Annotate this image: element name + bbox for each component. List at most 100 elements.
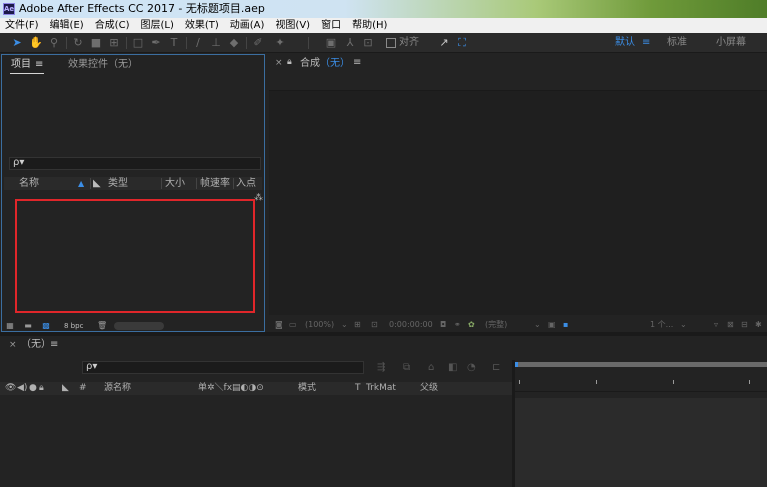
bit-depth-button[interactable]: 8 bpc	[64, 321, 83, 331]
time-ruler[interactable]	[515, 370, 767, 392]
menu-file[interactable]: 文件(F)	[5, 18, 39, 33]
graph-editor-icon[interactable]: ⊏	[492, 362, 500, 373]
pan-behind-tool-icon[interactable]: ⊞	[107, 36, 121, 50]
always-preview-icon[interactable]: ◙	[275, 318, 283, 332]
hand-tool-icon[interactable]: ✋	[29, 36, 43, 50]
menu-composition[interactable]: 合成(C)	[95, 18, 130, 33]
menu-help[interactable]: 帮助(H)	[352, 18, 387, 33]
fast-previews-icon[interactable]: ▿	[714, 318, 718, 332]
tab-project[interactable]: 项目	[11, 58, 31, 72]
audio-switch-icon[interactable]: ◀)	[17, 382, 27, 395]
sort-ascending-icon[interactable]: ▲	[78, 177, 84, 190]
menu-view[interactable]: 视图(V)	[275, 18, 310, 33]
work-area-bar[interactable]	[515, 362, 767, 367]
menu-edit[interactable]: 编辑(E)	[50, 18, 84, 33]
resolution-dropdown[interactable]: (完整)	[485, 318, 507, 332]
layer-track-area[interactable]	[515, 398, 767, 487]
clone-stamp-tool-icon[interactable]: ⊥	[209, 36, 223, 50]
label-tag-icon[interactable]: ◣	[93, 177, 101, 190]
close-icon[interactable]: ×	[275, 58, 283, 68]
composition-tab[interactable]: 合成（无）	[300, 57, 350, 71]
column-framerate[interactable]: 帧速率	[200, 177, 230, 190]
timeline-tab[interactable]: （无）	[21, 338, 51, 352]
eraser-tool-icon[interactable]: ◆	[227, 36, 241, 50]
solo-switch-icon[interactable]: ●	[29, 382, 37, 395]
lock-icon[interactable]: 🔒︎	[287, 57, 292, 67]
workspace-standard[interactable]: 标准	[667, 36, 687, 50]
project-search-input[interactable]: ρ▾	[9, 157, 261, 170]
chevron-down-icon[interactable]: ⌄	[341, 318, 348, 332]
menu-window[interactable]: 窗口	[321, 18, 341, 33]
composition-viewer[interactable]	[269, 90, 767, 315]
column-source-name[interactable]: 源名称	[104, 382, 131, 395]
align-checkbox[interactable]	[386, 38, 396, 48]
camera-tool-icon[interactable]: ■	[89, 36, 103, 50]
flowchart-icon[interactable]: ⁂	[254, 193, 263, 203]
tab-effect-controls[interactable]: 效果控件（无）	[68, 58, 138, 72]
column-type[interactable]: 类型	[108, 177, 128, 190]
brush-tool-icon[interactable]: ∕	[191, 36, 205, 50]
column-preserve-transparency[interactable]: T	[355, 382, 361, 395]
comp-mini-flowchart-icon[interactable]: ⇶	[377, 362, 385, 373]
workspace-small-screen[interactable]: 小屏幕	[716, 36, 746, 50]
reset-exposure-icon[interactable]: ✱	[755, 318, 762, 332]
label-tag-icon[interactable]: ◣	[62, 382, 69, 395]
column-name[interactable]: 名称	[19, 177, 39, 190]
monitor-icon[interactable]: ▭	[289, 318, 297, 332]
project-menu-icon[interactable]: ≡	[35, 58, 43, 72]
new-folder-icon[interactable]: ▬	[23, 321, 33, 330]
region-of-interest-icon[interactable]: ⊞	[354, 318, 361, 332]
workspace-menu-icon[interactable]: ≡	[642, 36, 650, 50]
project-horizontal-scrollbar[interactable]	[114, 322, 164, 330]
transparency-grid-icon[interactable]: ▪	[563, 318, 568, 332]
zoom-dropdown[interactable]: (100%)	[305, 318, 334, 332]
shy-layers-icon[interactable]: ⌂	[428, 362, 434, 373]
close-icon[interactable]: ×	[9, 340, 17, 350]
selection-tool-icon[interactable]: ➤	[10, 36, 24, 50]
workspace-default[interactable]: 默认	[615, 36, 635, 50]
puppet-tool-icon[interactable]: ✦	[273, 36, 287, 50]
rectangle-tool-icon[interactable]: □	[131, 36, 145, 50]
region-toggle-icon[interactable]: ▣	[548, 318, 556, 332]
new-composition-icon[interactable]: ▩	[41, 321, 51, 330]
rotate-tool-icon[interactable]: ↻	[71, 36, 85, 50]
snapping-icon[interactable]: ↗	[437, 36, 451, 50]
menu-layer[interactable]: 图层(L)	[140, 18, 173, 33]
type-tool-icon[interactable]: T	[167, 36, 181, 50]
motion-blur-icon[interactable]: ◔	[467, 362, 476, 373]
chevron-down-icon[interactable]: ⌄	[680, 318, 687, 332]
view-layout-dropdown[interactable]: 1 个...	[650, 318, 673, 332]
video-switch-icon[interactable]: 👁︎	[5, 382, 16, 395]
timeline-menu-icon[interactable]: ≡	[50, 339, 58, 350]
channel-color-icon[interactable]: ✿	[468, 318, 475, 332]
lock-switch-icon[interactable]: 🔒︎	[39, 382, 44, 395]
delete-trash-icon[interactable]: 🗑	[97, 321, 107, 330]
column-parent[interactable]: 父级	[420, 382, 438, 395]
column-mode[interactable]: 模式	[298, 382, 316, 395]
menu-animation[interactable]: 动画(A)	[230, 18, 265, 33]
comp-flowchart-icon[interactable]: ⊟	[741, 318, 748, 332]
timeline-toggle-icon[interactable]: ⊠	[727, 318, 734, 332]
timeline-search-input[interactable]: ρ▾	[82, 361, 364, 374]
snap-extent-icon[interactable]: ⛶	[455, 36, 469, 50]
column-layer-number[interactable]: #	[79, 382, 87, 395]
pen-tool-icon[interactable]: ✒	[149, 36, 163, 50]
local-axis-icon[interactable]: ▣	[324, 36, 338, 50]
comp-menu-icon[interactable]: ≡	[353, 57, 361, 68]
grid-icon[interactable]: ⊡	[371, 318, 378, 332]
column-inpoint[interactable]: 入点	[236, 177, 256, 190]
interpret-footage-icon[interactable]: ▦	[5, 321, 15, 330]
view-axis-icon[interactable]: ⊡	[361, 36, 375, 50]
column-size[interactable]: 大小	[165, 177, 185, 190]
frame-blending-icon[interactable]: ◧	[448, 362, 457, 373]
zoom-tool-icon[interactable]: ⚲	[47, 36, 61, 50]
roto-brush-tool-icon[interactable]: ✐	[251, 36, 265, 50]
show-snapshot-icon[interactable]: ⚭	[454, 318, 461, 332]
column-trkmat[interactable]: TrkMat	[366, 382, 396, 395]
layer-switches-icons[interactable]: 单✲＼fx▤◐◑⊙	[198, 382, 264, 395]
snapshot-camera-icon[interactable]: ◘	[440, 318, 446, 332]
chevron-down-icon[interactable]: ⌄	[534, 318, 541, 332]
current-time-display[interactable]: 0:00:00:00	[389, 318, 433, 332]
world-axis-icon[interactable]: ⅄	[343, 36, 357, 50]
menu-effect[interactable]: 效果(T)	[185, 18, 219, 33]
